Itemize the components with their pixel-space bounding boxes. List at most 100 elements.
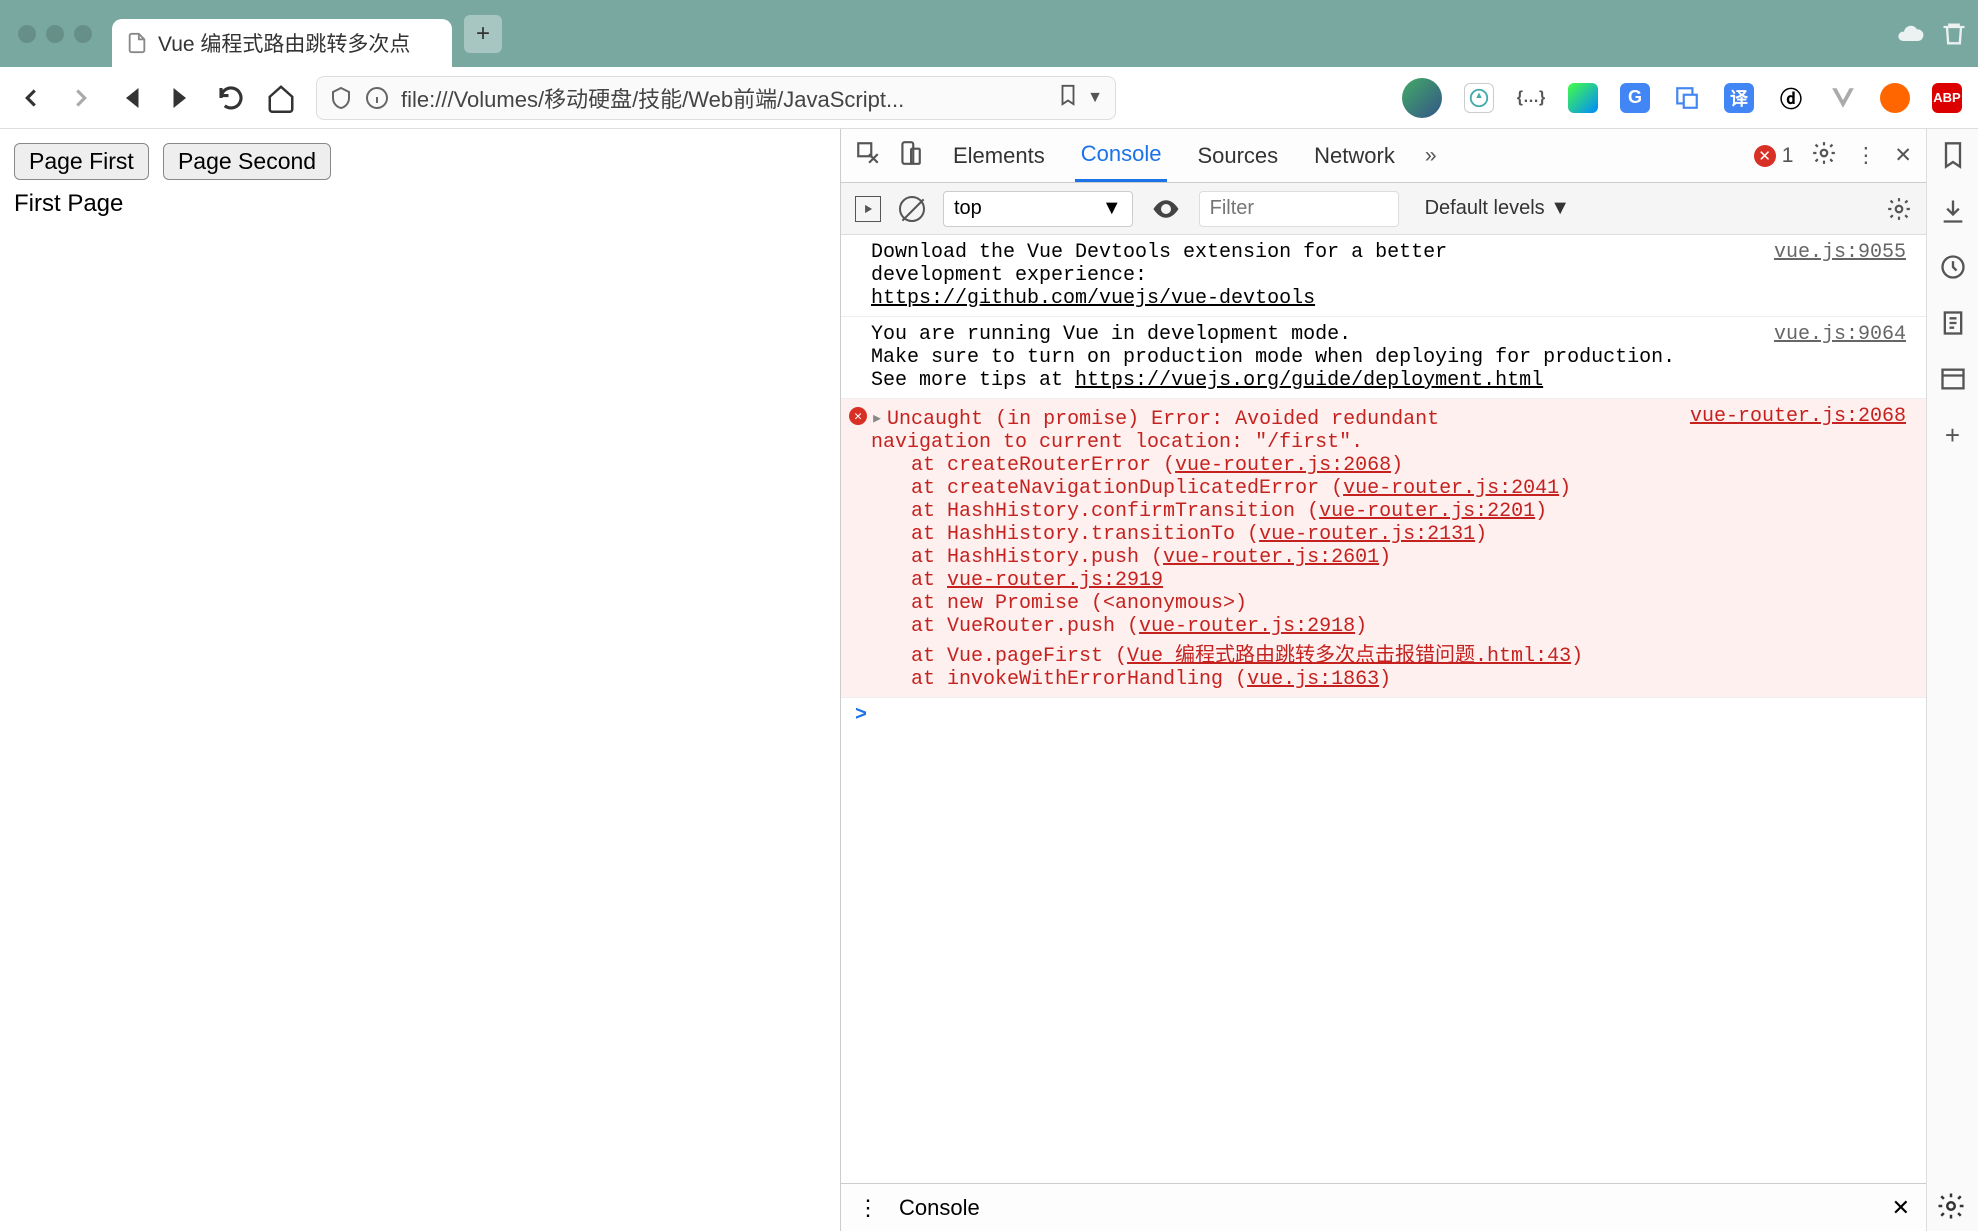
tab-elements[interactable]: Elements bbox=[947, 129, 1051, 182]
live-expression-icon[interactable] bbox=[1151, 194, 1181, 224]
address-bar[interactable]: file:///Volumes/移动硬盘/技能/Web前端/JavaScript… bbox=[316, 76, 1116, 120]
reload-button[interactable] bbox=[216, 83, 246, 113]
console-prompt[interactable]: > bbox=[841, 698, 1926, 733]
window-minimize-icon[interactable] bbox=[46, 25, 64, 43]
error-icon: ✕ bbox=[849, 407, 867, 425]
vue-devtools-icon[interactable] bbox=[1828, 83, 1858, 113]
stack-frame: at HashHistory.push (vue-router.js:2601) bbox=[871, 546, 1906, 569]
add-icon[interactable]: + bbox=[1939, 421, 1967, 449]
source-link[interactable]: vue-router.js:2068 bbox=[1175, 454, 1391, 477]
shield-icon[interactable] bbox=[329, 86, 353, 110]
devtools-tabs: Elements Console Sources Network » ✕ 1 ⋮… bbox=[841, 129, 1926, 183]
log-message: vue.js:9055 Download the Vue Devtools ex… bbox=[841, 235, 1926, 317]
extension-icon[interactable]: ⓓ bbox=[1776, 83, 1806, 113]
translate-extension-icon[interactable]: G bbox=[1620, 83, 1650, 113]
filter-input[interactable] bbox=[1199, 191, 1399, 227]
file-icon bbox=[126, 32, 148, 54]
extension-icon[interactable] bbox=[1568, 83, 1598, 113]
notes-icon[interactable] bbox=[1939, 309, 1967, 337]
error-icon: ✕ bbox=[1754, 145, 1776, 167]
error-count-badge[interactable]: ✕ 1 bbox=[1754, 144, 1794, 168]
extension-icon[interactable] bbox=[1672, 83, 1702, 113]
window-close-icon[interactable] bbox=[18, 25, 36, 43]
extension-icon[interactable]: {…} bbox=[1516, 83, 1546, 113]
chevron-down-icon: ▼ bbox=[1102, 197, 1122, 220]
rewind-button[interactable] bbox=[116, 83, 146, 113]
stack-frame: at Vue.pageFirst (Vue 编程式路由跳转多次点击报错问题.ht… bbox=[871, 638, 1906, 668]
translate-extension-icon[interactable]: 译 bbox=[1724, 83, 1754, 113]
close-devtools-icon[interactable]: ✕ bbox=[1894, 143, 1912, 168]
extension-icon[interactable] bbox=[1464, 83, 1494, 113]
kebab-menu-icon[interactable]: ⋮ bbox=[857, 1195, 879, 1221]
inspect-icon[interactable] bbox=[855, 140, 881, 172]
fast-forward-button[interactable] bbox=[166, 83, 196, 113]
bookmark-dropdown-icon[interactable]: ▼ bbox=[1087, 89, 1103, 107]
log-source-link[interactable]: vue-router.js:2068 bbox=[1690, 405, 1906, 428]
context-select[interactable]: top ▼ bbox=[943, 191, 1133, 227]
tab-network[interactable]: Network bbox=[1308, 129, 1401, 182]
browser-tab[interactable]: Vue 编程式路由跳转多次点 bbox=[112, 19, 452, 67]
new-tab-button[interactable]: + bbox=[464, 15, 502, 53]
home-button[interactable] bbox=[266, 83, 296, 113]
settings-icon[interactable] bbox=[1811, 140, 1837, 172]
more-tabs-icon[interactable]: » bbox=[1425, 144, 1437, 168]
stack-frame: at VueRouter.push (vue-router.js:2918) bbox=[871, 615, 1906, 638]
log-source-link[interactable]: vue.js:9055 bbox=[1774, 241, 1906, 264]
devtools-panel: Elements Console Sources Network » ✕ 1 ⋮… bbox=[840, 129, 1926, 1231]
clear-console-icon[interactable] bbox=[899, 196, 925, 222]
sidebar-toggle-icon[interactable] bbox=[855, 196, 881, 222]
log-error: ✕ vue-router.js:2068 ▸Uncaught (in promi… bbox=[841, 399, 1926, 698]
window-maximize-icon[interactable] bbox=[74, 25, 92, 43]
window-controls bbox=[18, 25, 92, 43]
trash-icon[interactable] bbox=[1940, 20, 1968, 48]
devtools-drawer: ⋮ Console ✕ bbox=[841, 1183, 1926, 1231]
source-link[interactable]: vue-router.js:2201 bbox=[1319, 500, 1535, 523]
source-link[interactable]: vue-router.js:2041 bbox=[1343, 477, 1559, 500]
stack-frame: at createRouterError (vue-router.js:2068… bbox=[871, 454, 1906, 477]
tab-console[interactable]: Console bbox=[1075, 129, 1168, 182]
context-value: top bbox=[954, 197, 982, 220]
log-levels-select[interactable]: Default levels ▼ bbox=[1425, 197, 1570, 220]
extension-icon[interactable] bbox=[1880, 83, 1910, 113]
adblock-extension-icon[interactable]: ABP bbox=[1932, 83, 1962, 113]
bookmark-icon[interactable] bbox=[1057, 84, 1079, 111]
page-content: Page First Page Second First Page bbox=[0, 129, 840, 1231]
source-link[interactable]: vue-router.js:2601 bbox=[1163, 546, 1379, 569]
history-icon[interactable] bbox=[1939, 253, 1967, 281]
download-icon[interactable] bbox=[1939, 197, 1967, 225]
source-link[interactable]: Vue 编程式路由跳转多次点击报错问题.html:43 bbox=[1127, 645, 1571, 668]
log-source-link[interactable]: vue.js:9064 bbox=[1774, 323, 1906, 346]
source-link[interactable]: vue.js:1863 bbox=[1247, 668, 1379, 691]
url-text: file:///Volumes/移动硬盘/技能/Web前端/JavaScript… bbox=[401, 82, 1045, 114]
stack-frame: at invokeWithErrorHandling (vue.js:1863) bbox=[871, 668, 1906, 691]
user-avatar[interactable] bbox=[1402, 78, 1442, 118]
tab-sources[interactable]: Sources bbox=[1191, 129, 1284, 182]
drawer-tab-console[interactable]: Console bbox=[899, 1195, 980, 1221]
error-count: 1 bbox=[1782, 144, 1794, 168]
source-link[interactable]: vue-router.js:2919 bbox=[947, 569, 1163, 592]
stack-frame: at new Promise (<anonymous>) bbox=[871, 592, 1906, 615]
source-link[interactable]: vue-router.js:2918 bbox=[1139, 615, 1355, 638]
device-icon[interactable] bbox=[897, 140, 923, 172]
close-drawer-icon[interactable]: ✕ bbox=[1892, 1195, 1910, 1221]
log-message: vue.js:9064 You are running Vue in devel… bbox=[841, 317, 1926, 399]
expand-arrow-icon[interactable]: ▸ bbox=[871, 408, 883, 431]
source-link[interactable]: vue-router.js:2131 bbox=[1259, 523, 1475, 546]
settings-icon[interactable] bbox=[1936, 1191, 1966, 1221]
forward-button[interactable] bbox=[66, 83, 96, 113]
console-toolbar: top ▼ Default levels ▼ bbox=[841, 183, 1926, 235]
page-second-button[interactable]: Page Second bbox=[163, 143, 331, 180]
bookmark-icon[interactable] bbox=[1939, 141, 1967, 169]
kebab-menu-icon[interactable]: ⋮ bbox=[1855, 143, 1876, 168]
cloud-icon[interactable] bbox=[1896, 20, 1924, 48]
stack-frame: at HashHistory.transitionTo (vue-router.… bbox=[871, 523, 1906, 546]
tab-title: Vue 编程式路由跳转多次点 bbox=[158, 28, 410, 58]
console-settings-icon[interactable] bbox=[1886, 196, 1912, 222]
page-heading: First Page bbox=[14, 190, 826, 218]
devtools-link[interactable]: https://github.com/vuejs/vue-devtools bbox=[871, 287, 1315, 310]
info-icon[interactable] bbox=[365, 86, 389, 110]
window-icon[interactable] bbox=[1939, 365, 1967, 393]
page-first-button[interactable]: Page First bbox=[14, 143, 149, 180]
back-button[interactable] bbox=[16, 83, 46, 113]
deployment-link[interactable]: https://vuejs.org/guide/deployment.html bbox=[1075, 369, 1543, 392]
